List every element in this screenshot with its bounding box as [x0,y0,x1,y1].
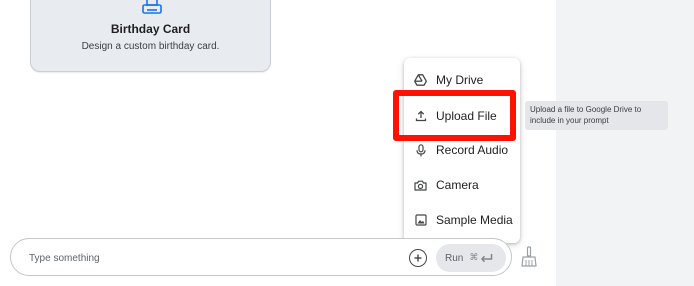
page: Birthday Card Design a custom birthday c… [0,0,694,286]
upload-file-highlight [393,90,516,141]
birthday-card-template[interactable]: Birthday Card Design a custom birthday c… [30,0,271,72]
command-key-icon: ⌘ [469,253,479,263]
broom-icon[interactable] [520,246,538,268]
card-description: Design a custom birthday card. [81,41,220,52]
upload-tooltip: Upload a file to Google Drive to include… [525,101,668,130]
prompt-input[interactable] [29,248,389,268]
card-title: Birthday Card [110,22,191,36]
prompt-bar: Run ⌘ [10,238,512,276]
menu-item-label: Record Audio [436,143,509,157]
menu-item-label: My Drive [436,73,484,87]
menu-item-label: Camera [436,178,479,192]
run-button[interactable]: Run ⌘ [436,244,506,272]
enter-icon [481,254,493,263]
menu-item-sample-media[interactable]: Sample Media [404,205,520,235]
printer-icon [142,0,162,14]
run-label: Run [445,252,464,264]
camera-icon [414,179,427,192]
attach-menu: My Drive Upload File Record Audio Camera… [404,58,520,243]
plus-icon [414,254,422,262]
menu-item-camera[interactable]: Camera [404,170,520,200]
right-panel-background [556,0,694,286]
menu-item-label: Sample Media [436,213,513,227]
image-icon [414,214,427,227]
microphone-icon [414,143,427,157]
add-media-button[interactable] [409,249,427,267]
google-drive-icon [414,74,427,87]
